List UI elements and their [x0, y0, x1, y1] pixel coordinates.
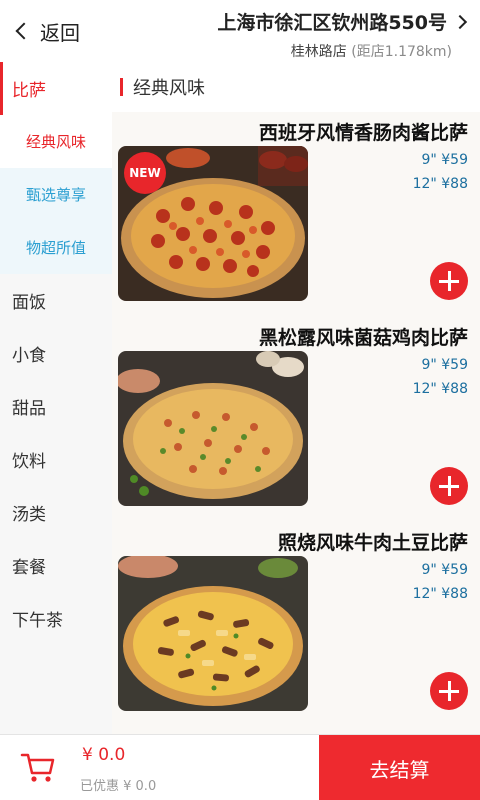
product-name: 黑松露风味菌菇鸡肉比萨: [258, 327, 468, 349]
price-9-inch: 9" ¥59: [421, 562, 468, 578]
store-distance: (距店1.178km): [351, 44, 452, 60]
back-button[interactable]: 返回: [14, 16, 80, 46]
sidebar-item-afternoon-tea[interactable]: 下午茶: [0, 592, 112, 645]
sidebar-item-combos[interactable]: 套餐: [0, 539, 112, 592]
product-card[interactable]: 西班牙风情香肠肉酱比萨 NEW 9" ¥59 12" ¥88: [112, 112, 480, 317]
store-selector[interactable]: 上海市徐汇区钦州路550号 桂林路店 (距店1.178km): [217, 8, 468, 61]
product-name: 照烧风味牛肉土豆比萨: [277, 532, 468, 554]
new-badge: NEW: [124, 152, 166, 194]
sidebar-item-snacks[interactable]: 小食: [0, 327, 112, 380]
product-image[interactable]: [118, 351, 308, 506]
pizza-image-truffle: [118, 351, 308, 506]
section-marker: [120, 78, 123, 96]
section-title: 经典风味: [133, 78, 205, 99]
section-header: 经典风味: [112, 62, 480, 112]
store-address: 上海市徐汇区钦州路550号: [217, 12, 447, 34]
product-list: 经典风味 西班牙风情香肠肉酱比萨 NEW 9" ¥59 12" ¥88 黑松露风…: [112, 62, 480, 734]
add-to-cart-button[interactable]: [430, 672, 468, 710]
product-image[interactable]: NEW: [118, 146, 308, 301]
add-to-cart-button[interactable]: [430, 467, 468, 505]
sidebar-item-drinks[interactable]: 饮料: [0, 433, 112, 486]
sidebar-item-pizza[interactable]: 比萨: [0, 62, 112, 115]
sidebar-item-soups[interactable]: 汤类: [0, 486, 112, 539]
price-12-inch: 12" ¥88: [412, 586, 468, 602]
product-image[interactable]: [118, 556, 308, 711]
price-12-inch: 12" ¥88: [412, 381, 468, 397]
checkout-button[interactable]: 去结算: [319, 735, 480, 800]
header: 返回 上海市徐汇区钦州路550号 桂林路店 (距店1.178km): [0, 0, 480, 62]
back-chevron-icon: [15, 22, 33, 40]
add-to-cart-button[interactable]: [430, 262, 468, 300]
price-12-inch: 12" ¥88: [412, 176, 468, 192]
back-label: 返回: [40, 20, 80, 45]
cart-discount: 已优惠 ¥ 0.0: [80, 779, 157, 794]
sidebar-item-noodles-rice[interactable]: 面饭: [0, 274, 112, 327]
product-name: 西班牙风情香肠肉酱比萨: [258, 122, 468, 144]
pizza-image-teriyaki-beef: [118, 556, 308, 711]
store-name: 桂林路店: [290, 44, 347, 60]
forward-chevron-icon: [452, 14, 468, 29]
price-9-inch: 9" ¥59: [421, 152, 468, 168]
price-9-inch: 9" ¥59: [421, 357, 468, 373]
store-info: 桂林路店 (距店1.178km): [217, 41, 452, 61]
sidebar-item-desserts[interactable]: 甜品: [0, 380, 112, 433]
cart-total: ¥ 0.0: [82, 745, 126, 765]
cart-bar: ¥ 0.0 已优惠 ¥ 0.0 去结算: [0, 734, 480, 800]
sidebar-subitem-value[interactable]: 物超所值: [0, 221, 112, 274]
product-card[interactable]: 黑松露风味菌菇鸡肉比萨 9" ¥59 12" ¥88: [112, 317, 480, 522]
cart-icon[interactable]: [20, 751, 56, 785]
sidebar-subitem-classic[interactable]: 经典风味: [0, 115, 112, 168]
sidebar-subitem-premium[interactable]: 甄选尊享: [0, 168, 112, 221]
product-card[interactable]: 照烧风味牛肉土豆比萨 9" ¥59 12" ¥88: [112, 522, 480, 727]
category-sidebar: 比萨 经典风味 甄选尊享 物超所值 面饭 小食 甜品 饮料 汤类 套餐 下午茶: [0, 62, 112, 734]
